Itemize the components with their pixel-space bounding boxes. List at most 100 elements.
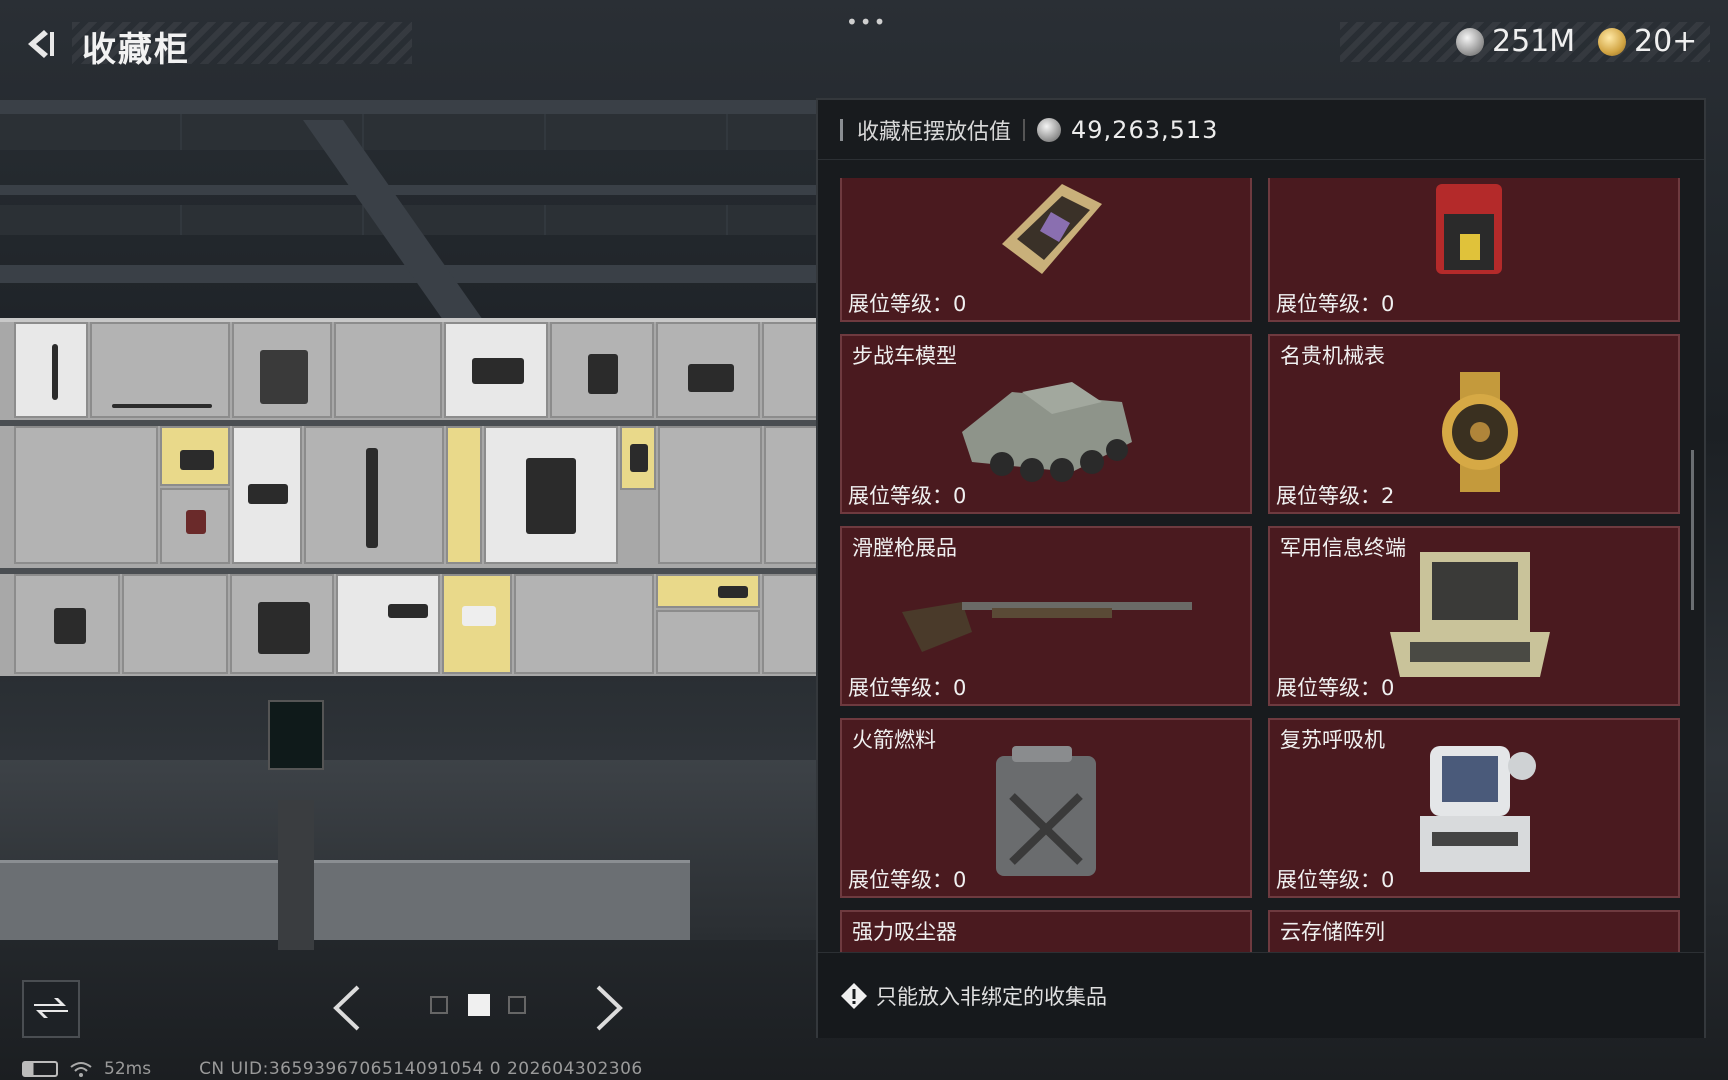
user-uid: CN UID:3659396706514091054 0 20260430230… <box>199 1059 643 1079</box>
cabinet-slot[interactable] <box>14 322 88 418</box>
platform-base <box>0 860 690 940</box>
card-name: 名贵机械表 <box>1280 344 1385 368</box>
ram-chip-icon <box>1002 184 1102 274</box>
cabinet-slot[interactable] <box>122 574 228 674</box>
collection-card[interactable]: 滑膛枪展品 展位等级：0 <box>840 526 1252 706</box>
collection-card[interactable]: 军用信息终端 展位等级：0 <box>1268 526 1680 706</box>
collection-panel: 收藏柜摆放估值 49,263,513 展位等级：0 展位等级：0 步战车模型 展… <box>816 98 1706 1038</box>
cabinet-slot[interactable] <box>14 426 158 564</box>
ceiling-beam <box>0 100 820 114</box>
valuation-value: 49,263,513 <box>1071 115 1219 144</box>
chevron-right-icon <box>596 985 623 1031</box>
cabinet-slot[interactable] <box>14 574 120 674</box>
card-level: 展位等级：0 <box>1276 868 1395 892</box>
cabinet-slot[interactable] <box>762 322 818 418</box>
card-name: 滑膛枪展品 <box>852 536 957 560</box>
cabinet-slot[interactable] <box>514 574 654 674</box>
collection-card[interactable]: 名贵机械表 展位等级：2 <box>1268 334 1680 514</box>
panel-header: 收藏柜摆放估值 49,263,513 <box>818 100 1704 160</box>
page-title: 收藏柜 <box>82 30 190 70</box>
wifi-icon <box>70 1062 92 1077</box>
ceiling-beam <box>0 185 820 195</box>
cabinet-slot[interactable] <box>656 610 760 674</box>
chevron-left-icon <box>333 985 360 1031</box>
cabinet-slot[interactable] <box>90 322 230 418</box>
swap-view-button[interactable] <box>22 980 80 1038</box>
next-page-button[interactable] <box>584 980 634 1036</box>
cabinet-slot[interactable] <box>762 574 818 674</box>
warning-icon <box>841 982 867 1009</box>
card-name: 强力吸尘器 <box>852 920 957 944</box>
currency-silver[interactable]: 251M <box>1456 24 1575 59</box>
cabinet-slot[interactable] <box>656 574 760 608</box>
battery-icon <box>22 1061 58 1077</box>
cabinet-slot[interactable] <box>442 574 512 674</box>
cabinet-slot[interactable] <box>334 322 442 418</box>
military-terminal-icon <box>1390 552 1550 677</box>
card-name: 火箭燃料 <box>852 728 936 752</box>
swap-arrows-icon <box>34 998 68 1018</box>
more-menu-icon[interactable]: ••• <box>846 10 887 34</box>
cabinet-terminal[interactable] <box>258 700 328 950</box>
ping-value: 52ms <box>104 1059 152 1079</box>
currency-gold[interactable]: 20+ <box>1598 24 1697 59</box>
terminal-screen <box>268 700 324 770</box>
card-level: 展位等级：2 <box>1276 484 1395 508</box>
card-level: 展位等级：0 <box>1276 292 1395 316</box>
prev-page-button[interactable] <box>322 980 372 1036</box>
header-divider <box>1023 118 1026 141</box>
collection-card[interactable]: 步战车模型 展位等级：0 <box>840 334 1252 514</box>
cabinet-slot[interactable] <box>160 488 230 564</box>
cabinet-slot[interactable] <box>550 322 654 418</box>
cabinet-slot[interactable] <box>232 426 302 564</box>
ifv-model-icon <box>962 382 1132 482</box>
fuel-canister-icon <box>996 746 1096 876</box>
display-cabinet[interactable] <box>0 318 818 676</box>
page-indicator-1[interactable] <box>430 996 448 1014</box>
collection-card[interactable]: 复苏呼吸机 展位等级：0 <box>1268 718 1680 898</box>
cabinet-slot[interactable] <box>656 322 760 418</box>
card-name: 复苏呼吸机 <box>1280 728 1385 752</box>
cabinet-slot[interactable] <box>336 574 440 674</box>
card-level: 展位等级：0 <box>848 292 967 316</box>
card-level: 展位等级：0 <box>848 484 967 508</box>
card-name: 云存储阵列 <box>1280 920 1385 944</box>
terminal-post <box>278 800 314 950</box>
top-bar: 收藏柜 ••• 251M 20+ <box>0 0 1728 90</box>
card-name: 军用信息终端 <box>1280 536 1406 560</box>
card-level: 展位等级：0 <box>1276 676 1395 700</box>
cabinet-slot[interactable] <box>446 426 482 564</box>
ventilator-icon <box>1420 746 1536 872</box>
gold-coin-icon <box>1598 27 1626 56</box>
grid-scrollbar[interactable] <box>1691 450 1694 610</box>
cabinet-slot[interactable] <box>764 426 818 564</box>
cabinet-slot[interactable] <box>304 426 444 564</box>
item-grid[interactable]: 展位等级：0 展位等级：0 步战车模型 展位等级：0 名贵机械表 展位等级：2 … <box>840 178 1680 1036</box>
card-name: 步战车模型 <box>852 344 957 368</box>
cabinet-slot[interactable] <box>230 574 334 674</box>
red-device-icon <box>1436 184 1502 274</box>
currency-gold-value: 20+ <box>1634 24 1698 59</box>
cabinet-slot[interactable] <box>444 322 548 418</box>
status-bar: 52ms CN UID:3659396706514091054 0 202604… <box>0 1058 1728 1080</box>
back-arrow-icon <box>28 30 54 58</box>
cabinet-slot[interactable] <box>484 426 618 564</box>
footer-hint: 只能放入非绑定的收集品 <box>876 984 1107 1009</box>
card-level: 展位等级：0 <box>848 676 967 700</box>
card-level: 展位等级：0 <box>848 868 967 892</box>
collection-card[interactable]: 展位等级：0 <box>1268 178 1680 322</box>
collection-card[interactable]: 火箭燃料 展位等级：0 <box>840 718 1252 898</box>
cabinet-slot[interactable] <box>232 322 332 418</box>
cabinet-slot[interactable] <box>160 426 230 486</box>
back-button[interactable] <box>20 24 60 64</box>
cabinet-slot[interactable] <box>620 426 656 490</box>
gold-watch-icon <box>1442 372 1518 492</box>
currency-silver-value: 251M <box>1492 24 1576 59</box>
page-indicator-3[interactable] <box>508 996 526 1014</box>
cabinet-slot[interactable] <box>658 426 762 564</box>
collection-card[interactable]: 展位等级：0 <box>840 178 1252 322</box>
silver-coin-icon <box>1037 117 1062 142</box>
page-indicator-2[interactable] <box>468 994 490 1016</box>
silver-coin-icon <box>1456 27 1484 56</box>
musket-icon <box>902 602 1192 652</box>
